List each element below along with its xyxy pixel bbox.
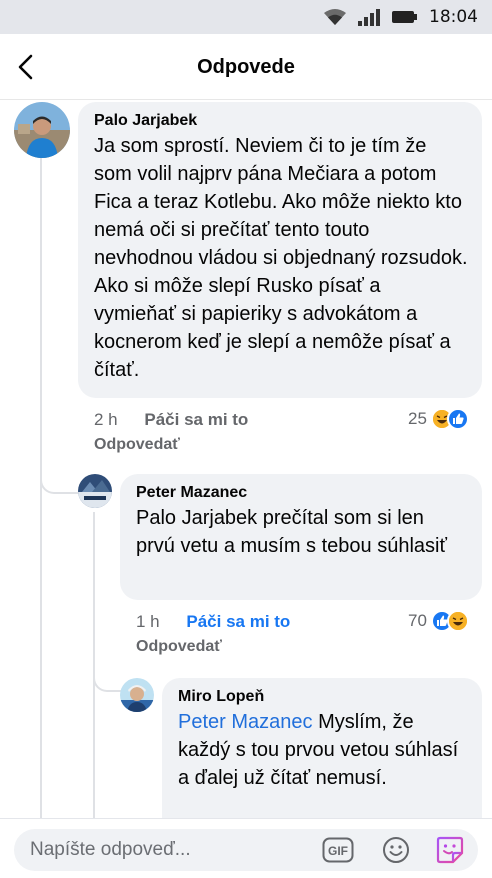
status-bar: 18:04 [0,0,492,34]
reply-composer: GIF [0,818,492,878]
comment-text: Palo Jarjabek prečítal som si len prvú v… [136,507,447,557]
app-header: Odpovede [0,34,492,100]
reaction-count: 25 [408,409,427,428]
gif-label: GIF [328,844,348,858]
comment-actions: 1 h Páči sa mi to [136,612,290,632]
comment-time: 1 h [136,612,160,631]
status-time: 18:04 [429,7,478,27]
avatar[interactable] [14,102,70,158]
comment-thread: Palo Jarjabek Ja som sprostí. Neviem či … [0,100,492,818]
signal-icon [357,8,381,26]
haha-icon [446,610,469,632]
like-button[interactable]: Páči sa mi to [144,410,248,429]
avatar[interactable] [78,474,112,508]
reply-button[interactable]: Odpovedať [136,638,222,656]
like-button[interactable]: Páči sa mi to [186,612,290,631]
thread-line [93,512,95,818]
comment-text: Peter Mazanec Myslím, že každý s tou prv… [178,708,468,792]
comment-bubble: Peter Mazanec Palo Jarjabek prečítal som… [120,474,482,600]
comment-actions: 2 h Páči sa mi to [94,410,248,430]
wifi-icon [323,8,347,26]
page-title: Odpovede [197,56,295,78]
sticker-button[interactable] [434,834,466,866]
gif-button[interactable]: GIF [322,834,354,866]
comment-author[interactable]: Miro Lopeň [178,688,468,706]
reply-button[interactable]: Odpovedať [94,436,180,454]
sticker-icon [436,836,464,864]
comment-text: Ja som sprostí. Neviem či to je tím že s… [94,135,468,381]
emoji-icon [383,837,409,863]
mention-link[interactable]: Peter Mazanec [178,711,313,733]
comment-time: 2 h [94,410,118,429]
emoji-button[interactable] [380,834,412,866]
avatar[interactable] [120,678,154,712]
reaction-count: 70 [408,611,427,630]
comment-author[interactable]: Palo Jarjabek [94,112,468,130]
thread-connector [40,470,78,494]
reply-input[interactable] [30,829,310,871]
gif-icon: GIF [322,837,354,863]
thread-connector [93,668,121,692]
comment-bubble: Palo Jarjabek Ja som sprostí. Neviem či … [78,102,482,398]
reaction-summary[interactable]: 70 [408,610,469,632]
comment-bubble: Miro Lopeň Peter Mazanec Myslím, že každ… [162,678,482,818]
battery-icon [391,9,419,25]
reaction-summary[interactable]: 25 [408,408,469,430]
comment-author[interactable]: Peter Mazanec [136,484,468,502]
composer-field: GIF [14,829,478,871]
like-icon [446,408,469,430]
